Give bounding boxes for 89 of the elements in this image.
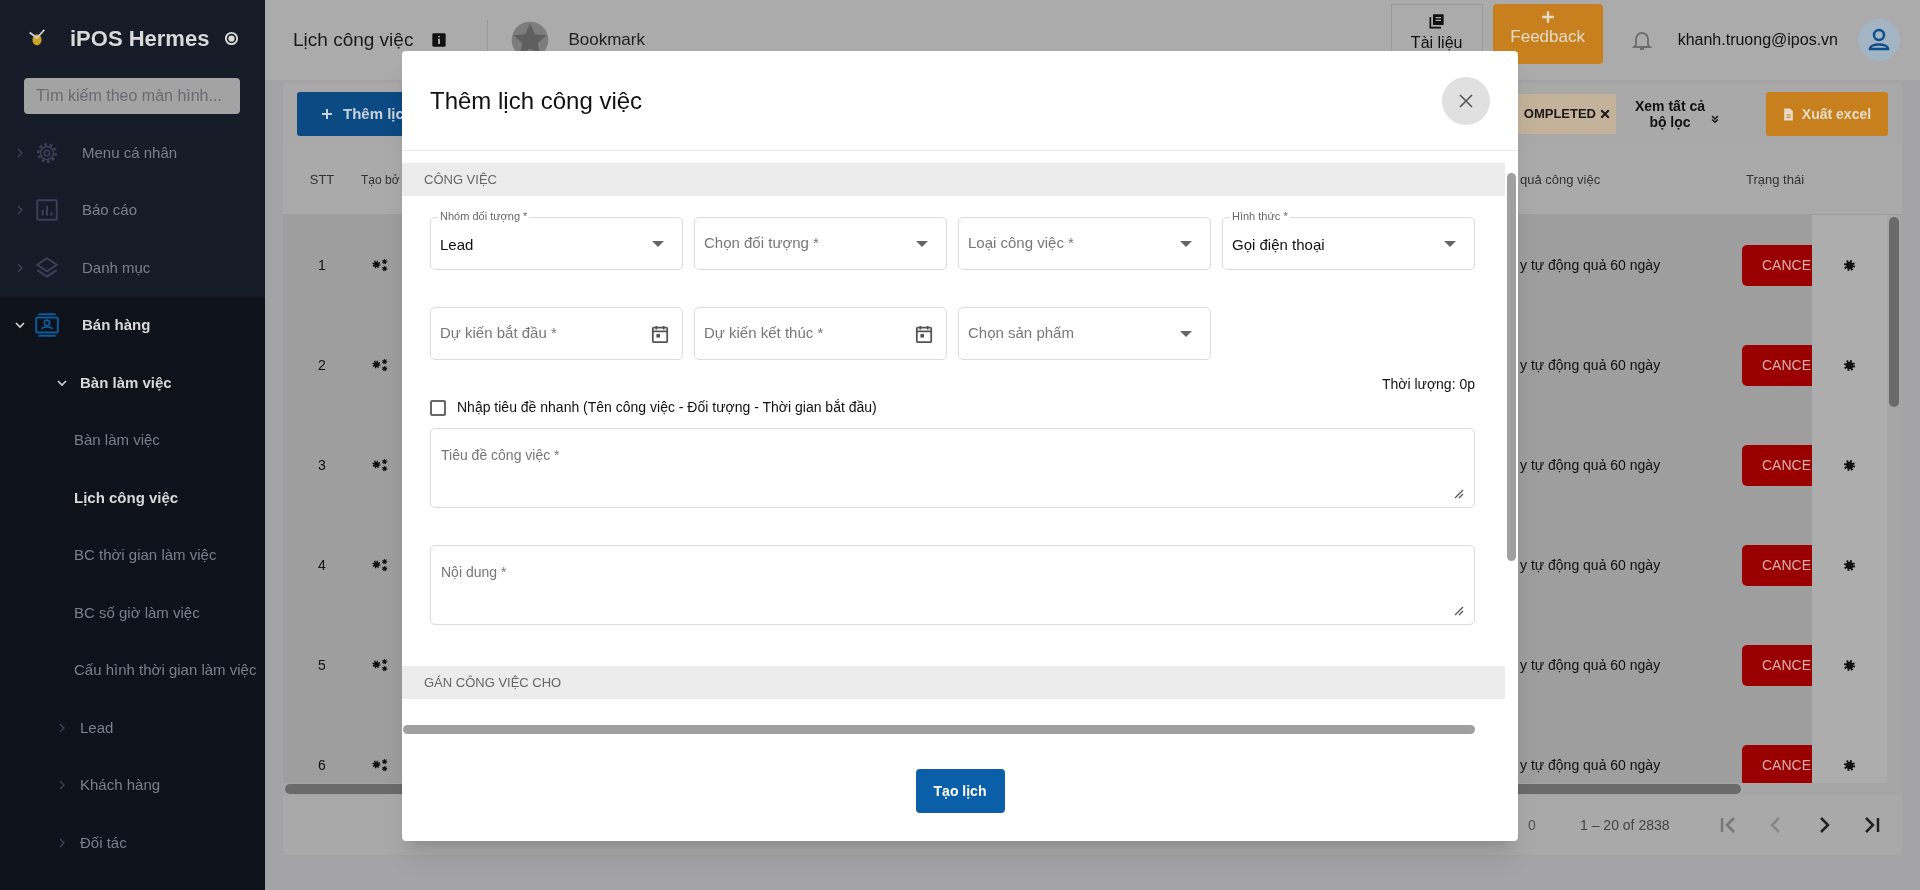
user-email: khanh.truong@ipos.vn [1677,30,1838,50]
section-header: GÁN CÔNG VIỆC CHO [402,666,1505,699]
page-title: Lịch công việc [293,27,414,52]
chart-icon [34,197,60,224]
section-header: CÔNG VIỆC [402,163,1505,196]
create-button[interactable]: Tạo lịch [915,769,1005,813]
sidebar-item[interactable]: Menu cá nhân [0,124,265,182]
dropdown-caret-icon [1180,240,1192,247]
table-cell-text: y tự động quả 60 ngày [1520,255,1662,275]
table-cell-text: 2 [317,355,327,375]
double-chevron-icon [1710,114,1720,124]
column-header: quả công việc [1520,170,1602,189]
settings-icon[interactable] [1842,357,1857,373]
sidebar-item[interactable]: BC số giờ làm việc [0,584,265,642]
documents-icon [1428,13,1445,29]
status-badge: CANCE [1742,244,1812,286]
view-filters-button[interactable]: Xem tất cả bộ lọc [1630,98,1722,130]
table-cell-text: y tự động quả 60 ngày [1520,655,1662,675]
dropdown-caret-icon [652,240,664,247]
settings-icon[interactable] [1842,257,1857,273]
settings-icon[interactable] [1842,457,1857,473]
sidebar-item[interactable]: Bàn làm việc [0,354,265,412]
dropdown-caret-icon [1444,240,1456,247]
sidebar-item[interactable]: Cấu hình thời gian làm việc [0,641,265,699]
radio-icon[interactable] [224,30,239,46]
text-area[interactable]: Tiêu đề công việc * [430,428,1475,508]
resize-handle-icon [1452,604,1464,616]
table-cell-text: y tự động quả 60 ngày [1520,755,1662,775]
sidebar-item[interactable]: Danh mục [0,239,265,297]
text-area[interactable]: Nội dung * [430,545,1475,625]
table-cell-text: 4 [317,555,327,575]
table-cell-text: y tự động quả 60 ngày [1520,555,1662,575]
status-badge: CANCE [1742,444,1812,486]
table-cell-text: y tự động quả 60 ngày [1520,455,1662,475]
close-icon [1458,92,1474,109]
search-field[interactable]: Tìm kiếm theo màn hình... [24,78,240,114]
resize-handle-icon [1452,487,1464,499]
status-badge: CANCE [1742,744,1812,783]
scrollbar-thumb[interactable] [403,725,1475,734]
status-badge: CANCE [1742,644,1812,686]
plus-icon [321,108,333,120]
gears-icon[interactable] [371,358,389,372]
table-cell-text: 5 [317,655,327,675]
user-avatar-icon[interactable] [1858,19,1900,61]
close-icon [1600,109,1610,119]
gears-icon[interactable] [371,258,389,272]
settings-icon[interactable] [1842,757,1857,773]
table-cell-text: 6 [317,755,327,775]
feedback-button[interactable]: Feedback [1492,4,1603,64]
status-badge: CANCE [1742,344,1812,386]
dialog-title: Thêm lịch công việc [430,85,643,116]
scrollbar-thumb[interactable] [1889,217,1899,407]
checkbox-label: Nhập tiêu đề nhanh (Tên công việc - Đối tượng - Thời gian bắt đầu) [457,398,877,417]
duration-text: Thời lượng: 0p [1380,375,1475,394]
table-cell-text: 3 [317,455,327,475]
sidebar-item[interactable]: Lịch công việc [0,469,265,527]
gears-icon[interactable] [371,558,389,572]
sidebar-item[interactable]: Bàn làm việc [0,411,265,469]
info-icon[interactable] [431,32,448,48]
page-size-value: 0 [1528,815,1537,835]
table-cell-text: y tự động quả 60 ngày [1520,355,1662,375]
contact-card-icon [34,312,60,339]
dropdown-caret-icon [1180,330,1192,337]
calendar-icon [915,324,933,343]
file-icon [1782,107,1794,121]
page-range: 1 – 20 of 2838 [1580,815,1671,835]
column-header: STT [308,170,336,189]
sidebar-item[interactable]: Báo cáo [0,181,265,239]
gears-icon[interactable] [371,458,389,472]
bookmark-label: Bookmark [568,29,645,52]
column-header: Tạo bở [361,171,401,189]
checkbox[interactable] [430,399,446,416]
column-header: Trạng thái [1745,170,1806,189]
sidebar-item[interactable]: Khách hàng [0,756,265,814]
sidebar-item[interactable]: BC thời gian làm việc [0,526,265,584]
settings-icon[interactable] [1842,557,1857,573]
scrollbar-thumb[interactable] [1507,173,1516,561]
sidebar-item[interactable]: Lead [0,699,265,757]
gears-icon[interactable] [371,758,389,772]
brand-title: iPOS Hermes [70,24,210,53]
sidebar-item[interactable]: Đối tác [0,814,265,872]
status-badge: CANCE [1742,544,1812,586]
gears-icon[interactable] [371,658,389,672]
dropdown-caret-icon [916,240,928,247]
close-button[interactable] [1442,76,1490,125]
table-cell-text: 1 [317,255,327,275]
plus-icon [1540,10,1555,24]
calendar-icon [651,324,669,343]
settings-icon[interactable] [1842,657,1857,673]
